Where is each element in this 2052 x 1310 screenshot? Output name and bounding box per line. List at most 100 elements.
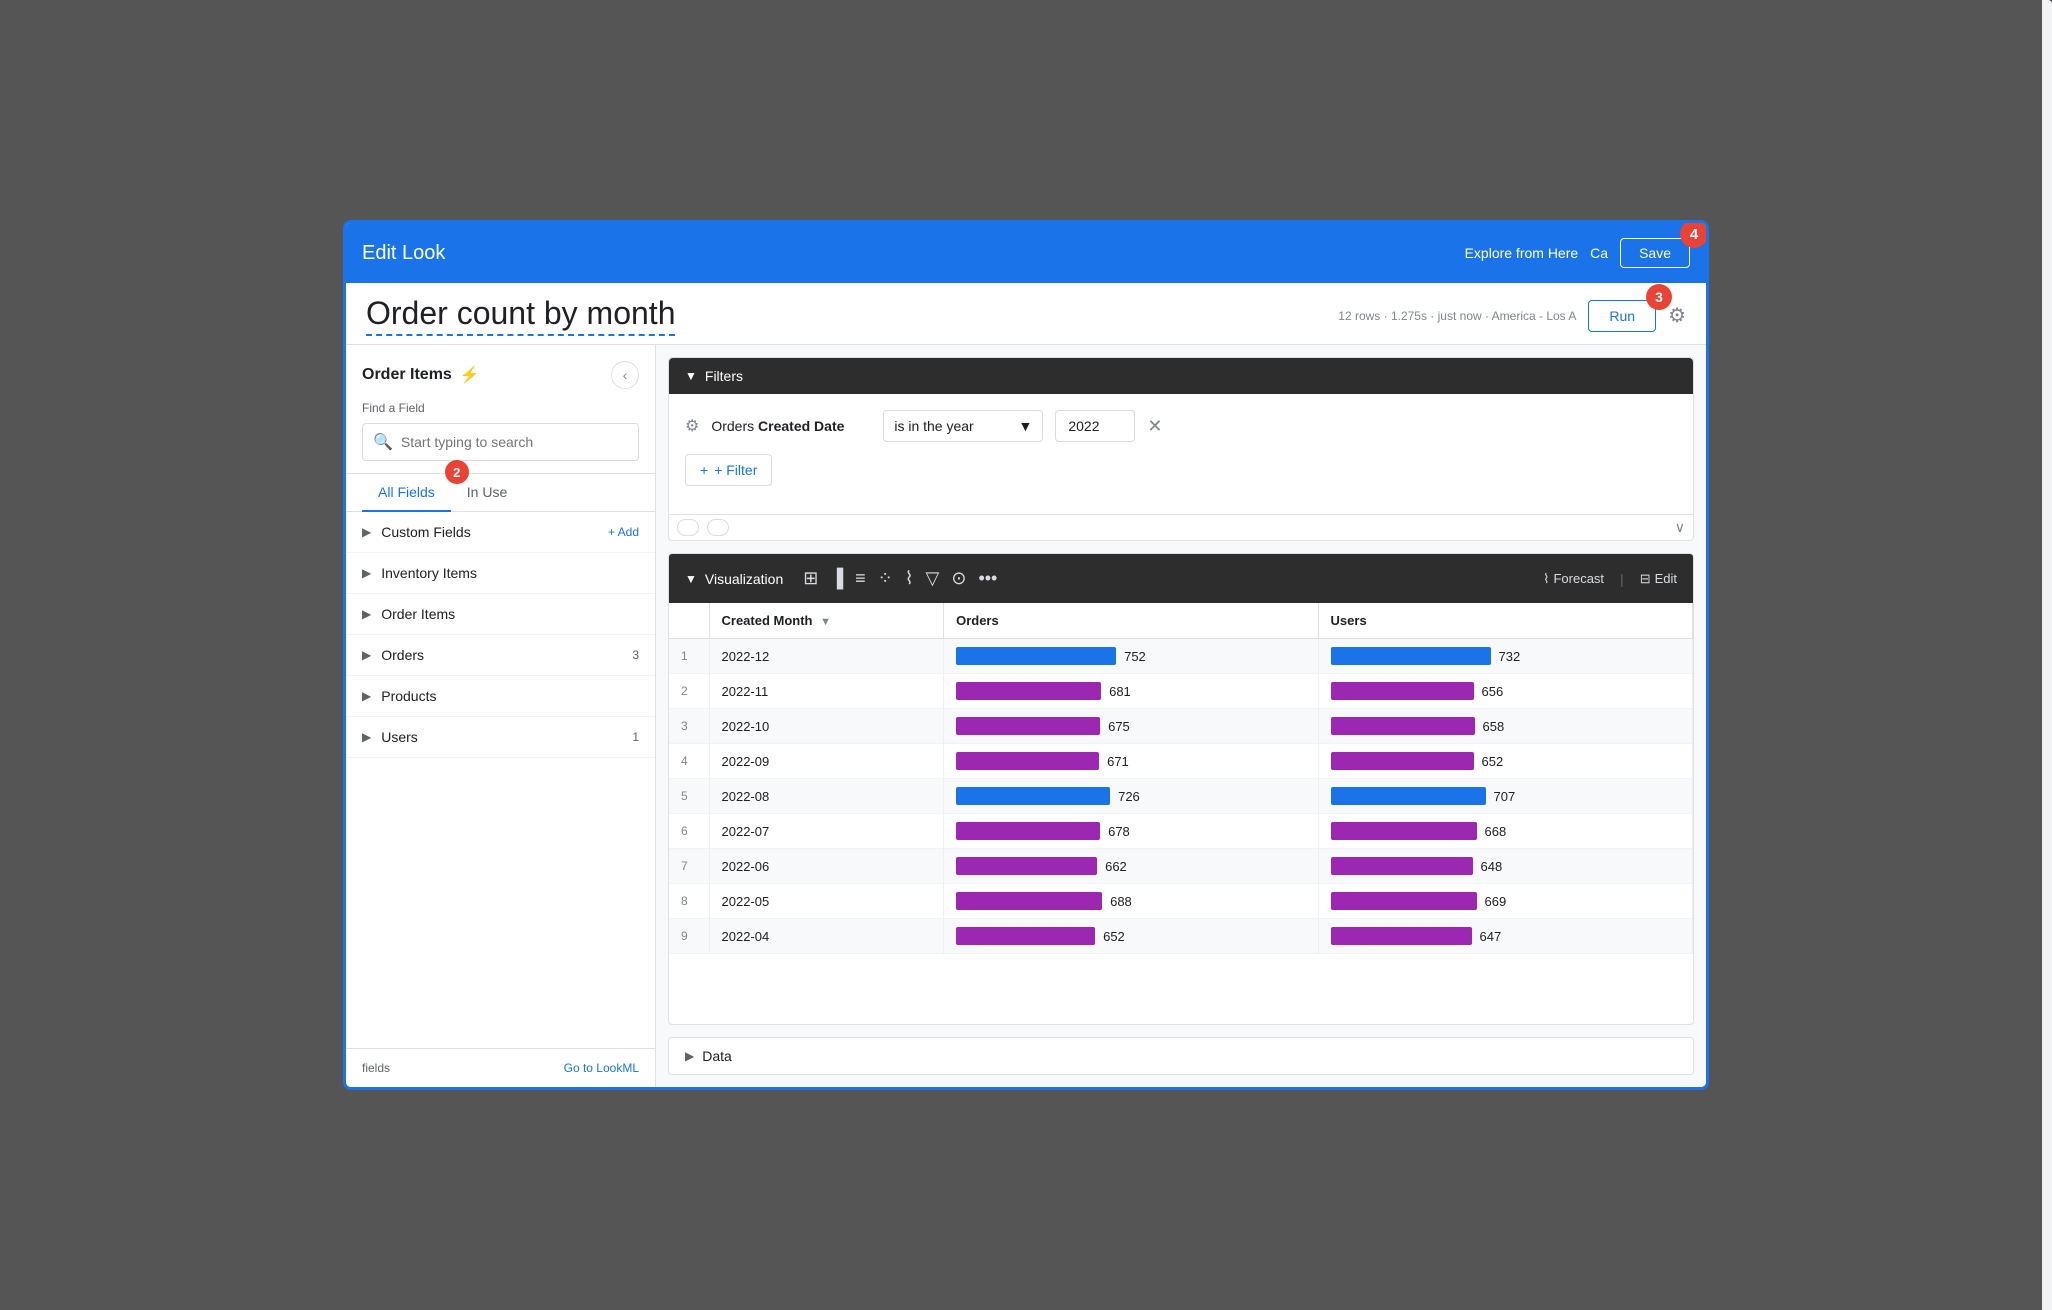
line-chart-icon[interactable]: ⌇ [901,564,918,593]
group-name: Orders [381,647,632,663]
row-number: 5 [669,779,709,814]
row-number: 7 [669,849,709,884]
clock-icon[interactable]: ⊙ [947,564,970,593]
table-row: 1 2022-12 752 732 [669,639,1693,674]
edit-viz-button[interactable]: ⊟ Edit [1640,571,1677,587]
row-number: 2 [669,674,709,709]
collapse-chip-2[interactable] [707,519,729,536]
bar-chart-icon[interactable]: ▐ [826,564,847,593]
expand-arrow-icon: ▶ [362,525,371,539]
header-actions: Explore from Here Ca Save 4 [1465,238,1690,268]
cell-users: 669 [1318,884,1692,919]
go-to-lookml-link[interactable]: Go to LookML [564,1061,639,1075]
cell-orders: 671 [944,744,1318,779]
main-body: Order Items ⚡ ‹ Find a Field 🔍 All Field… [346,345,1706,1087]
expand-arrow-icon: ▶ [362,689,371,703]
chevron-down-icon[interactable]: ∨ [1675,519,1685,536]
lightning-icon: ⚡ [460,365,480,385]
cell-orders: 662 [944,849,1318,884]
table-row: 8 2022-05 688 669 [669,884,1693,919]
row-number: 3 [669,709,709,744]
field-group-orders[interactable]: ▶ Orders 3 [346,635,655,676]
scatter-icon[interactable]: ⁘ [874,564,897,593]
table-row: 6 2022-07 678 668 [669,814,1693,849]
tab-all-fields[interactable]: All Fields [362,474,451,512]
look-title[interactable]: Order count by month [366,295,675,336]
field-group-inventory-items[interactable]: ▶ Inventory Items [346,553,655,594]
data-expand-icon: ▶ [685,1049,694,1063]
table-row: 2 2022-11 681 656 [669,674,1693,709]
search-input[interactable] [401,434,628,450]
header-title: Edit Look [362,242,1465,265]
cell-users: 668 [1318,814,1692,849]
col-orders[interactable]: Orders [944,603,1318,639]
filter-value-input[interactable] [1055,410,1135,442]
sidebar-collapse-button[interactable]: ‹ [611,361,639,389]
forecast-button[interactable]: ⌇ Forecast [1543,571,1604,587]
field-group-custom-fields[interactable]: ▶ Custom Fields + Add [346,512,655,553]
filter-operator-text: is in the year [894,418,973,434]
col-created-month[interactable]: Created Month ▼ [709,603,944,639]
table-row: 9 2022-04 652 647 [669,919,1693,954]
filter-operator-select[interactable]: is in the year ▼ [883,410,1043,442]
filter-gear-icon[interactable]: ⚙ [685,416,699,436]
meta-info: 12 rows · 1.275s · just now · America - … [1338,309,1576,323]
field-group-products[interactable]: ▶ Products [346,676,655,717]
data-table: Created Month ▼ Orders Users 1 2022-12 7… [669,603,1693,1024]
cell-users: 656 [1318,674,1692,709]
row-number: 9 [669,919,709,954]
cell-orders: 675 [944,709,1318,744]
settings-icon[interactable]: ⚙ [1668,303,1686,328]
table-icon[interactable]: ⊞ [799,564,822,593]
group-name: Order Items [381,606,639,622]
table-header-row: Created Month ▼ Orders Users [669,603,1693,639]
data-header[interactable]: ▶ Data [669,1038,1693,1074]
run-button[interactable]: Run [1588,300,1656,332]
data-label: Data [702,1048,732,1064]
viz-label: Visualization [705,571,783,587]
filters-expand-icon: ▼ [685,369,697,383]
visualization-section: ▼ Visualization ⊞ ▐ ≡ ⁘ ⌇ ▽ ⊙ ••• ⌇ [668,553,1694,1025]
cell-users: 658 [1318,709,1692,744]
add-filter-button[interactable]: + + Filter [685,454,772,486]
sort-icon: ▼ [820,616,831,628]
field-group-users[interactable]: ▶ Users 1 [346,717,655,758]
add-custom-field-link[interactable]: + Add [608,525,639,539]
search-icon: 🔍 [373,432,393,452]
field-group-order-items[interactable]: ▶ Order Items [346,594,655,635]
plus-icon: + [700,462,708,478]
cell-users: 732 [1318,639,1692,674]
explore-from-here-link[interactable]: Explore from Here [1465,245,1579,261]
sidebar-title-row: Order Items ⚡ ‹ [362,361,639,389]
cell-month: 2022-11 [709,674,944,709]
app-frame: Edit Look Explore from Here Ca Save 4 Or… [343,220,1709,1090]
cell-month: 2022-12 [709,639,944,674]
expand-arrow-icon: ▶ [362,730,371,744]
table-row: 3 2022-10 675 658 [669,709,1693,744]
sidebar-footer: fields Go to LookML [346,1048,655,1087]
filters-header[interactable]: ▼ Filters [669,358,1693,394]
filter-clear-button[interactable]: ✕ [1147,416,1162,437]
cell-users: 707 [1318,779,1692,814]
collapse-chip-1[interactable] [677,519,699,536]
field-groups: ▶ Custom Fields + Add ▶ Inventory Items … [346,512,655,1048]
cancel-link[interactable]: Ca [1590,245,1608,261]
row-number: 8 [669,884,709,919]
cell-month: 2022-07 [709,814,944,849]
col-users[interactable]: Users [1318,603,1692,639]
cell-month: 2022-08 [709,779,944,814]
badge-2: 2 [445,460,469,484]
group-name: Users [381,729,632,745]
group-name: Inventory Items [381,565,639,581]
group-count-badge: 1 [632,730,639,744]
tabs-row: All Fields 2 In Use [346,474,655,512]
row-number: 1 [669,639,709,674]
header: Edit Look Explore from Here Ca Save 4 [346,223,1706,283]
area-chart-icon[interactable]: ▽ [922,564,944,593]
cell-orders: 752 [944,639,1318,674]
save-button[interactable]: Save [1620,238,1690,268]
cell-users: 648 [1318,849,1692,884]
viz-header[interactable]: ▼ Visualization ⊞ ▐ ≡ ⁘ ⌇ ▽ ⊙ ••• ⌇ [669,554,1693,603]
list-icon[interactable]: ≡ [851,564,870,593]
more-icon[interactable]: ••• [974,564,1001,593]
